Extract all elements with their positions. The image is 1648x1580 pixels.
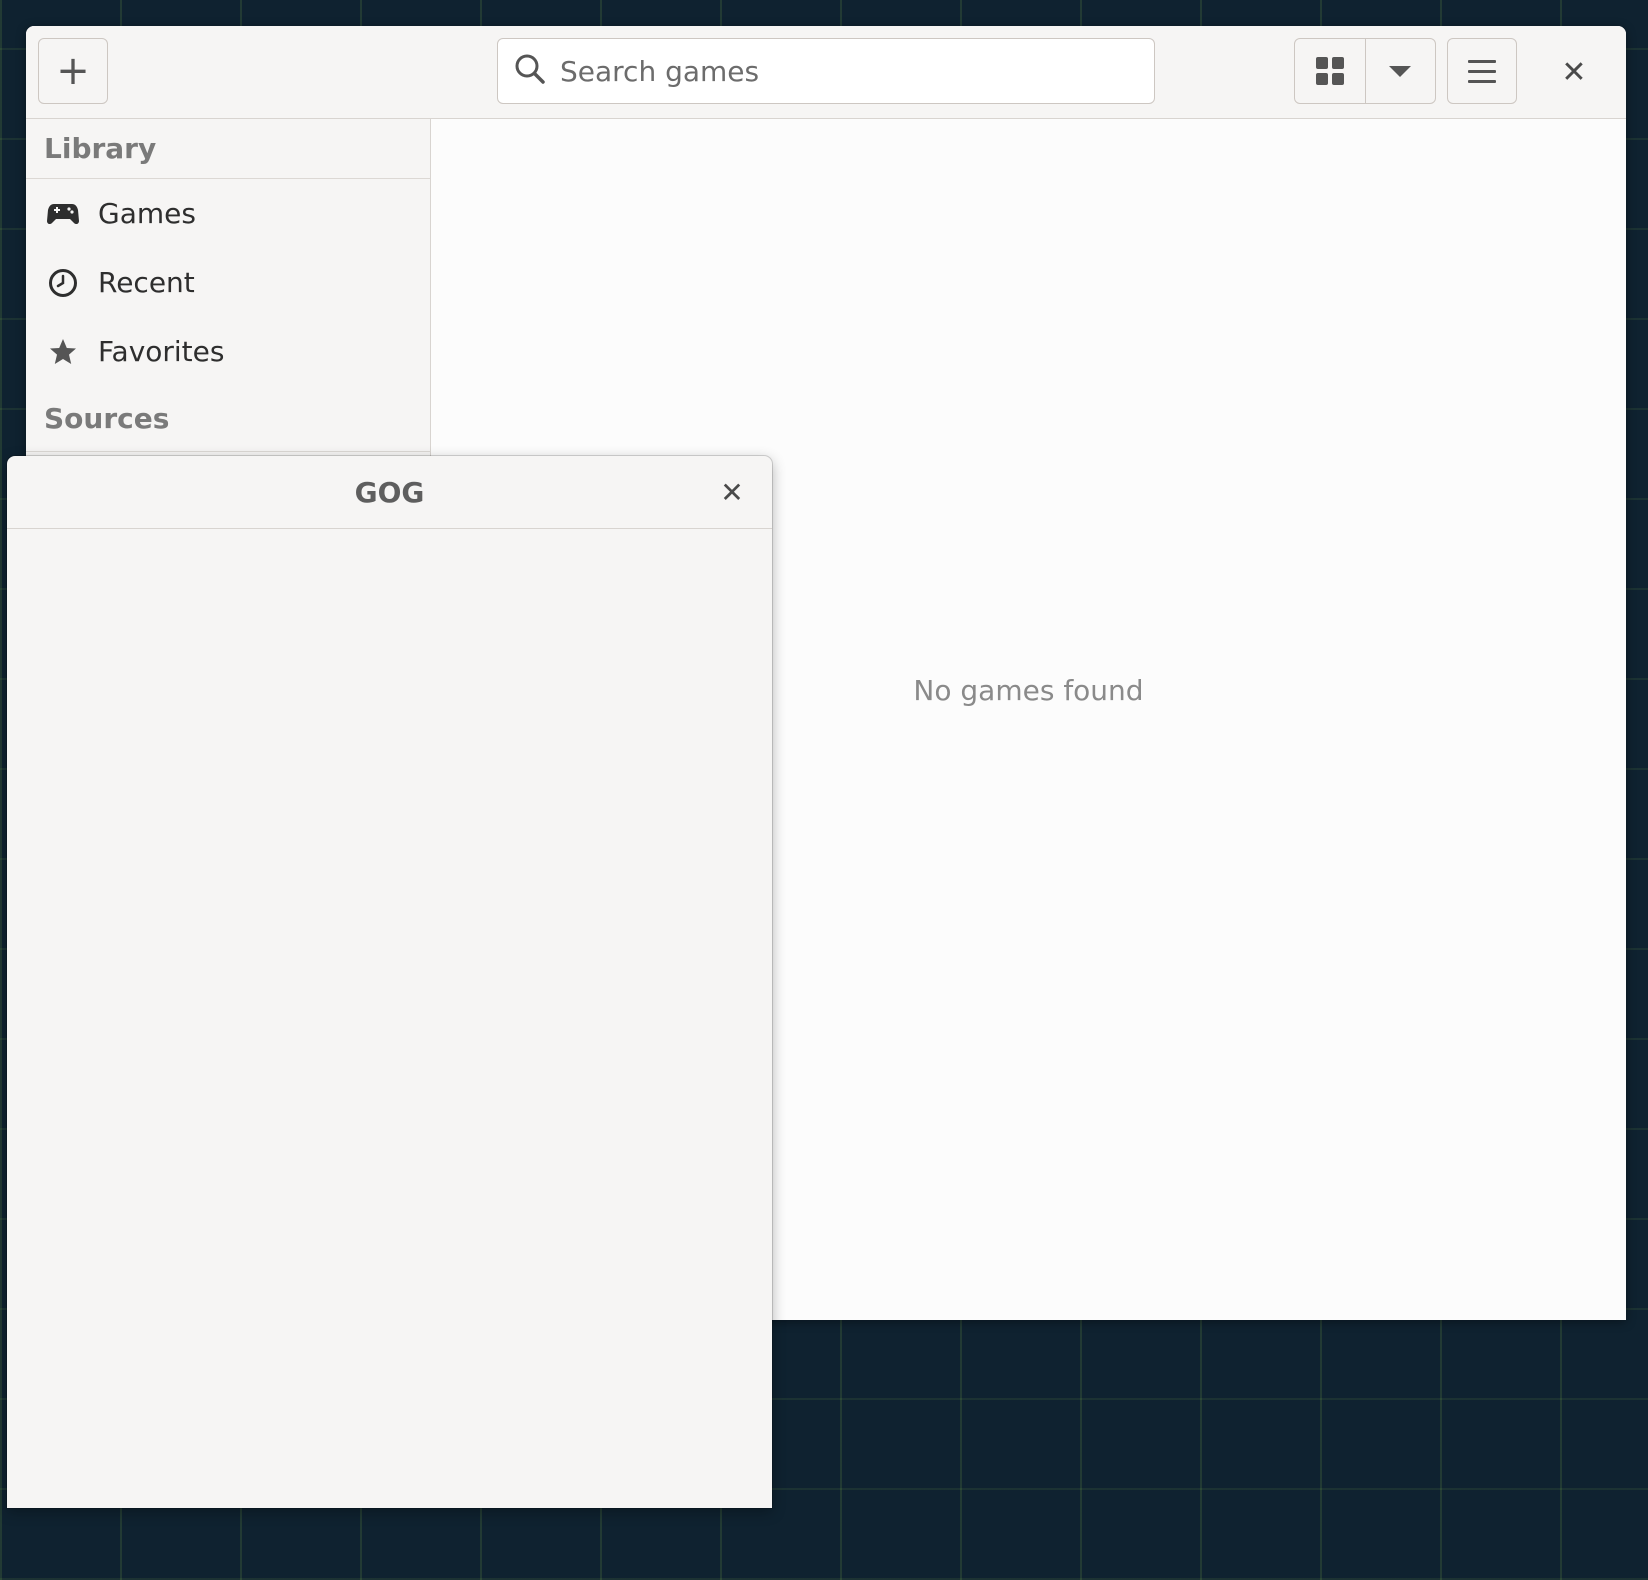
sidebar-item-favorites[interactable]: Favorites xyxy=(26,317,430,386)
plus-icon: + xyxy=(56,48,90,94)
search-icon xyxy=(514,53,546,89)
window-close-button[interactable]: ✕ xyxy=(1554,52,1594,92)
sidebar-item-label: Favorites xyxy=(98,335,225,368)
grid-icon xyxy=(1315,57,1344,85)
view-options-dropdown-button[interactable] xyxy=(1364,39,1436,103)
sidebar-item-games[interactable]: Games xyxy=(26,179,430,248)
star-icon xyxy=(46,335,80,369)
close-icon: ✕ xyxy=(1561,54,1587,90)
view-mode-group xyxy=(1294,38,1436,104)
close-icon: ✕ xyxy=(720,475,744,509)
clock-icon xyxy=(46,266,80,300)
add-game-button[interactable]: + xyxy=(38,38,108,104)
sidebar-item-recent[interactable]: Recent xyxy=(26,248,430,317)
sidebar-heading-library: Library xyxy=(26,119,430,179)
grid-view-button[interactable] xyxy=(1295,39,1365,103)
search-entry[interactable] xyxy=(497,38,1155,104)
chevron-down-icon xyxy=(1389,65,1412,77)
main-menu-button[interactable] xyxy=(1447,38,1517,104)
search-input[interactable] xyxy=(558,53,1122,89)
dialog-header: GOG ✕ xyxy=(7,456,772,529)
sidebar-heading-sources: Sources xyxy=(26,386,430,452)
dialog-close-button[interactable]: ✕ xyxy=(712,472,752,512)
hamburger-menu-icon xyxy=(1468,59,1496,83)
gamepad-icon xyxy=(46,197,80,231)
gog-source-dialog: GOG ✕ xyxy=(7,456,772,1508)
dialog-title: GOG xyxy=(354,475,425,509)
headerbar: + Search games ✕ xyxy=(26,26,1626,119)
sidebar-item-label: Games xyxy=(98,197,196,230)
sidebar-item-label: Recent xyxy=(98,266,195,299)
